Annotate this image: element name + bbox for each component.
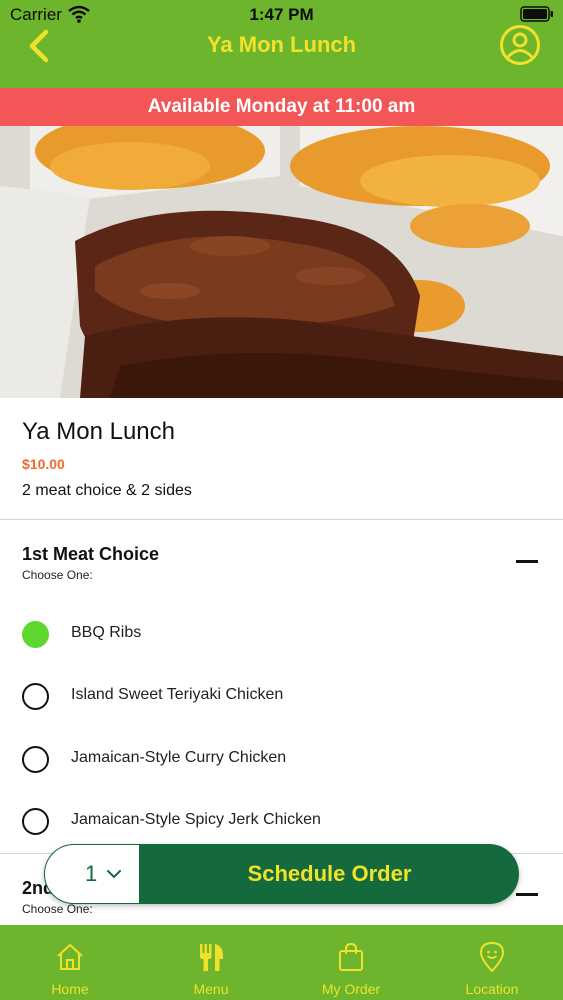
page-title: Ya Mon Lunch [206,32,357,57]
utensils-icon [200,944,223,971]
radio-unselected-icon[interactable] [22,683,49,710]
nav-item-location[interactable]: Location [422,925,562,1000]
order-bar: 1 Schedule Order [44,844,519,904]
collapse-minus-icon[interactable] [516,560,538,563]
nav-label: My Order [321,981,381,997]
nav-label: Location [465,981,519,997]
option-curry-chicken[interactable]: Jamaican-Style Curry Chicken [0,730,563,788]
home-icon [57,944,83,970]
radio-unselected-icon[interactable] [22,808,49,835]
nav-item-my-order[interactable]: My Order [281,925,421,1000]
food-photo [0,126,563,398]
radio-unselected-icon[interactable] [22,746,49,773]
schedule-order-button[interactable]: Schedule Order [140,861,519,887]
option-label: BBQ Ribs [71,624,142,641]
section-subtitle: Choose One: [22,568,93,582]
item-description: 2 meat choice & 2 sides [22,482,192,499]
battery-icon [520,6,553,22]
option-label: Island Sweet Teriyaki Chicken [71,686,284,703]
item-name: Ya Mon Lunch [22,418,175,445]
quantity-value: 1 [85,861,98,886]
app-header: Carrier 1:47 PM Ya Mon Lunch [0,0,563,88]
option-label: Jamaican-Style Curry Chicken [71,749,287,766]
clock: 1:47 PM [249,5,314,24]
user-profile-icon[interactable] [499,24,541,66]
nav-item-home[interactable]: Home [0,925,140,1000]
nav-item-menu[interactable]: Menu [141,925,281,1000]
status-bar: Carrier 1:47 PM [0,0,563,30]
item-price: $10.00 [22,456,65,472]
section-divider [0,519,563,520]
section-title: 1st Meat Choice [22,544,160,564]
shopping-bag-icon [339,942,363,971]
availability-banner: Available Monday at 11:00 am [0,88,563,126]
option-teriyaki-chicken[interactable]: Island Sweet Teriyaki Chicken [0,667,563,725]
nav-label: Home [51,981,89,997]
bottom-nav: Home Menu My Order Location [0,925,563,1000]
location-pin-icon [479,941,505,973]
section-subtitle: Choose One: [22,902,93,916]
collapse-minus-icon[interactable] [516,893,538,896]
option-label: Jamaican-Style Spicy Jerk Chicken [71,811,321,828]
nav-label: Menu [193,981,229,997]
option-bbq-ribs[interactable]: BBQ Ribs [0,605,563,663]
radio-selected-icon[interactable] [22,621,49,648]
quantity-selector[interactable]: 1 [44,844,140,904]
option-jerk-chicken[interactable]: Jamaican-Style Spicy Jerk Chicken [0,792,563,850]
chevron-down-icon [107,870,121,879]
